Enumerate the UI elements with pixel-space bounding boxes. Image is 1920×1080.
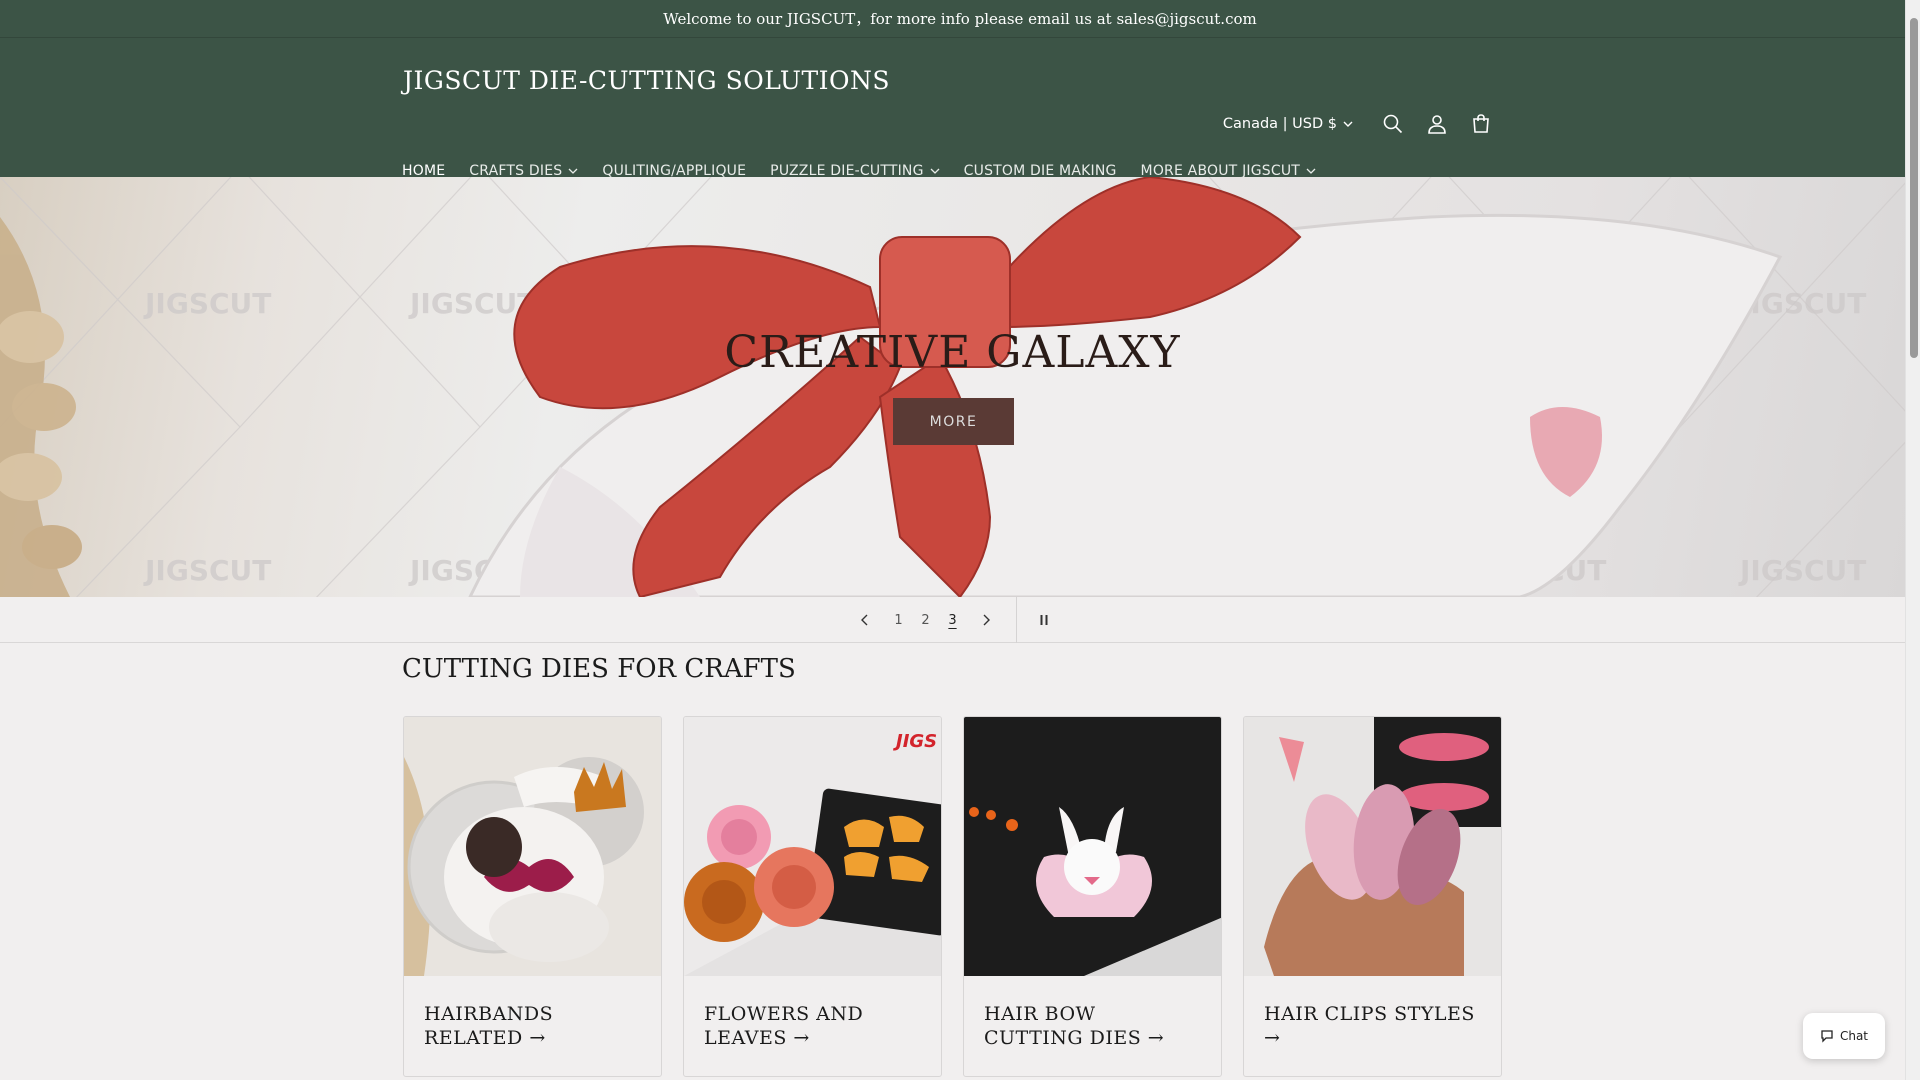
- scrollbar-thumb[interactable]: [1910, 18, 1918, 358]
- chevron-down-icon: [1306, 168, 1316, 174]
- chevron-left-icon: [861, 614, 868, 626]
- watermark-text: JIGSCUT: [143, 554, 271, 587]
- collection-title-text: HAIR CLIPS STYLES: [1264, 1003, 1475, 1025]
- collection-card[interactable]: HAIR BOW CUTTING DIES →: [963, 716, 1222, 1077]
- account-icon[interactable]: [1415, 102, 1459, 146]
- slider-controls: 1 2 3: [0, 597, 1905, 643]
- svg-text:JIGS: JIGS: [893, 731, 937, 752]
- chevron-down-icon: [930, 168, 940, 174]
- collection-title-text: HAIR BOW CUTTING DIES: [984, 1003, 1142, 1049]
- cart-icon[interactable]: [1459, 102, 1503, 146]
- chevron-down-icon: [1343, 121, 1353, 127]
- watermark-text: JIGSCUT: [1738, 554, 1866, 587]
- hero-more-button[interactable]: MORE: [893, 398, 1014, 445]
- slider-divider: [1016, 597, 1017, 643]
- hero-image: JIGSCUT JIGSCUT JIGSCUT JIGSCUT JIGSCUT …: [0, 177, 1905, 597]
- header-actions: Canada | USD $: [1223, 102, 1503, 146]
- pause-icon: [1040, 615, 1048, 625]
- collection-title: FLOWERS AND LEAVES →: [684, 976, 941, 1076]
- collection-title: HAIR BOW CUTTING DIES →: [964, 976, 1221, 1076]
- slide-prev-button[interactable]: [845, 597, 885, 643]
- page-scrollbar[interactable]: [1905, 0, 1920, 1080]
- collection-card[interactable]: HAIR CLIPS STYLES →: [1243, 716, 1502, 1077]
- search-icon[interactable]: [1371, 102, 1415, 146]
- country-selector-label: Canada | USD $: [1222, 116, 1337, 132]
- collection-image: JIGS: [684, 717, 941, 976]
- collection-title: HAIR CLIPS STYLES →: [1244, 976, 1501, 1076]
- collection-card[interactable]: JIGS FLOWERS AND LEAVES →: [683, 716, 942, 1077]
- hero-banner: JIGSCUT JIGSCUT JIGSCUT JIGSCUT JIGSCUT …: [0, 177, 1905, 597]
- site-header: JIGSCUT DIE-CUTTING SOLUTIONS Canada | U…: [0, 38, 1920, 179]
- hero-title: CREATIVE GALAXY: [724, 327, 1181, 378]
- slide-pause-button[interactable]: [1022, 597, 1066, 643]
- announcement-text: Welcome to our JIGSCUT，for more info ple…: [663, 10, 1257, 28]
- collection-image: [964, 717, 1221, 976]
- section-title: CUTTING DIES FOR CRAFTS: [402, 654, 796, 684]
- collection-image: [404, 717, 661, 976]
- chat-bubble-icon: [1821, 1030, 1833, 1043]
- country-selector[interactable]: Canada | USD $: [1223, 116, 1353, 132]
- collection-image: [1244, 717, 1501, 976]
- slide-dot-2[interactable]: 2: [912, 613, 939, 628]
- collection-title-text: FLOWERS AND LEAVES: [704, 1003, 864, 1049]
- collection-title: HAIRBANDS RELATED →: [404, 976, 661, 1076]
- chat-label: Chat: [1839, 1029, 1869, 1043]
- chevron-down-icon: [568, 168, 578, 174]
- arrow-right-icon: →: [529, 1027, 546, 1049]
- watermark-text: JIGSCUT: [143, 287, 271, 320]
- announcement-bar: Welcome to our JIGSCUT，for more info ple…: [0, 0, 1920, 38]
- collection-grid: HAIRBANDS RELATED → JIGS FLOWERS AND LEA: [403, 716, 1502, 1077]
- arrow-right-icon: →: [1264, 1027, 1281, 1049]
- collection-card[interactable]: HAIRBANDS RELATED →: [403, 716, 662, 1077]
- arrow-right-icon: →: [793, 1027, 810, 1049]
- chevron-right-icon: [983, 614, 990, 626]
- site-logo[interactable]: JIGSCUT DIE-CUTTING SOLUTIONS: [403, 66, 890, 95]
- chat-button[interactable]: Chat: [1803, 1013, 1885, 1059]
- slide-next-button[interactable]: [966, 597, 1006, 643]
- slide-dot-1[interactable]: 1: [885, 613, 912, 628]
- slide-dot-3[interactable]: 3: [939, 613, 966, 628]
- arrow-right-icon: →: [1147, 1027, 1165, 1049]
